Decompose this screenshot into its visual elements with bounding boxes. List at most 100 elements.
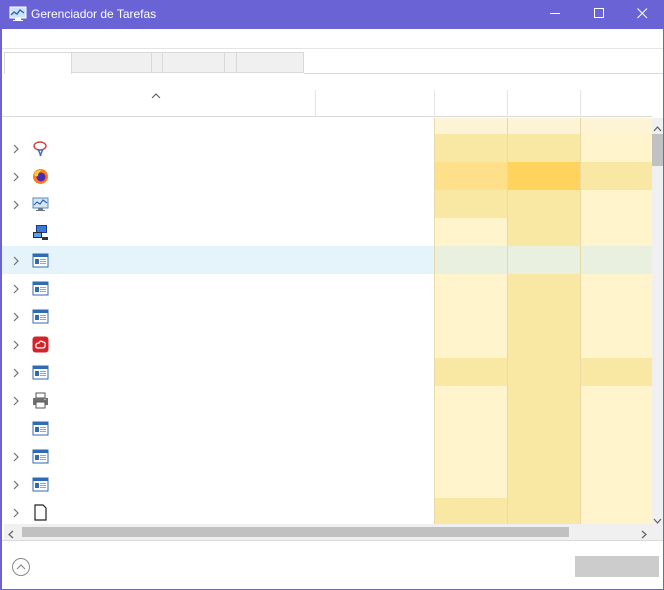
heat-cell <box>508 274 580 302</box>
minimize-button[interactable] <box>533 0 577 29</box>
process-row[interactable] <box>2 358 652 386</box>
process-row[interactable] <box>2 246 652 274</box>
process-name-cell[interactable] <box>2 190 434 218</box>
process-name-cell[interactable] <box>2 302 434 330</box>
header-divider[interactable] <box>507 90 508 117</box>
heat-cell <box>435 134 507 162</box>
process-name-cell[interactable] <box>2 470 434 498</box>
snipping-tool-icon <box>32 140 49 157</box>
window-app-icon <box>32 448 49 465</box>
heat-cell <box>508 118 580 134</box>
process-row[interactable] <box>2 162 652 190</box>
chevron-right-icon[interactable] <box>12 171 20 182</box>
process-name-cell[interactable] <box>2 386 434 414</box>
heat-cell <box>581 118 652 134</box>
heat-cell <box>508 218 580 246</box>
sort-ascending-icon[interactable] <box>151 88 161 99</box>
chevron-right-icon[interactable] <box>12 479 20 490</box>
tab-strip <box>2 52 663 74</box>
window-app-icon <box>32 420 49 437</box>
heat-cell <box>508 246 580 274</box>
chevron-up-circle-icon[interactable] <box>11 557 31 577</box>
header-divider[interactable] <box>434 90 435 117</box>
process-row[interactable] <box>2 442 652 470</box>
heat-cell <box>581 414 652 442</box>
process-name-cell[interactable] <box>2 358 434 386</box>
chevron-right-icon[interactable] <box>12 451 20 462</box>
process-name-cell[interactable] <box>2 414 434 442</box>
chevron-right-icon[interactable] <box>12 367 20 378</box>
process-name-cell[interactable] <box>2 218 434 246</box>
header-divider[interactable] <box>315 90 316 117</box>
creative-cloud-icon <box>32 336 49 353</box>
process-row[interactable] <box>2 386 652 414</box>
column-header <box>2 74 652 117</box>
process-row[interactable] <box>2 190 652 218</box>
heat-cell <box>581 218 652 246</box>
process-name-cell[interactable] <box>2 246 434 274</box>
menu-divider <box>2 48 663 49</box>
process-row[interactable] <box>2 302 652 330</box>
process-row[interactable] <box>2 498 652 524</box>
scroll-up-icon[interactable] <box>653 121 662 135</box>
column-divider <box>580 118 581 524</box>
heat-cell <box>508 162 580 190</box>
tab-details[interactable] <box>236 52 304 73</box>
title-bar[interactable]: Gerenciador de Tarefas <box>0 0 664 29</box>
heat-cell <box>435 498 507 524</box>
menu-bar[interactable] <box>2 29 663 48</box>
process-row[interactable] <box>2 218 652 246</box>
heat-cell <box>581 190 652 218</box>
tab-processes[interactable] <box>4 52 72 74</box>
tab-performance[interactable] <box>71 52 152 73</box>
heat-cell <box>581 330 652 358</box>
heat-cell <box>508 134 580 162</box>
window-title: Gerenciador de Tarefas <box>31 7 157 21</box>
vertical-scroll-thumb[interactable] <box>652 134 663 166</box>
vertical-scrollbar[interactable] <box>652 118 663 524</box>
process-list <box>2 118 652 524</box>
process-name-cell[interactable] <box>2 498 434 524</box>
chevron-right-icon[interactable] <box>12 283 20 294</box>
chevron-right-icon[interactable] <box>12 143 20 154</box>
chevron-right-icon[interactable] <box>12 395 20 406</box>
chevron-right-icon[interactable] <box>12 311 20 322</box>
heat-cell <box>581 246 652 274</box>
maximize-button[interactable] <box>577 0 621 29</box>
window-app-icon <box>32 364 49 381</box>
chevron-right-icon[interactable] <box>12 199 20 210</box>
process-row[interactable] <box>2 330 652 358</box>
process-name-cell[interactable] <box>2 134 434 162</box>
process-row[interactable] <box>2 470 652 498</box>
heat-cell <box>581 302 652 330</box>
firefox-icon <box>32 168 49 185</box>
network-computer-icon <box>32 224 49 241</box>
heat-cell <box>435 274 507 302</box>
process-name-cell[interactable] <box>2 274 434 302</box>
chevron-right-icon[interactable] <box>12 339 20 350</box>
heat-cell <box>508 302 580 330</box>
horizontal-scroll-thumb[interactable] <box>22 527 569 537</box>
end-task-button[interactable] <box>575 556 659 577</box>
process-name-cell[interactable] <box>2 330 434 358</box>
heat-cell <box>508 498 580 524</box>
scrollbar-corner <box>652 524 663 540</box>
task-manager-icon <box>32 196 49 213</box>
close-button[interactable] <box>620 0 664 29</box>
header-divider[interactable] <box>580 90 581 117</box>
heat-cell <box>581 442 652 470</box>
chevron-right-icon[interactable] <box>12 255 20 266</box>
process-row[interactable] <box>2 274 652 302</box>
heat-cell <box>435 330 507 358</box>
heat-cell <box>581 358 652 386</box>
tab-startup[interactable] <box>162 52 225 73</box>
close-icon <box>636 7 648 22</box>
heat-cell <box>508 190 580 218</box>
process-row[interactable] <box>2 414 652 442</box>
process-row[interactable] <box>2 134 652 162</box>
process-name-cell[interactable] <box>2 162 434 190</box>
heat-cell <box>581 386 652 414</box>
process-name-cell[interactable] <box>2 442 434 470</box>
chevron-right-icon[interactable] <box>12 507 20 518</box>
horizontal-scrollbar[interactable] <box>4 524 652 540</box>
